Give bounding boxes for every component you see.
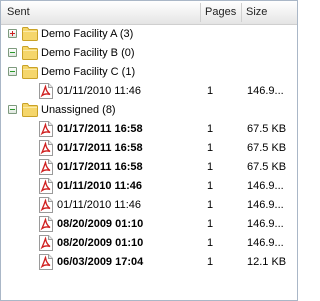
pdf-document-icon bbox=[39, 235, 53, 251]
document-size: 146.9... bbox=[247, 199, 284, 211]
folder-icon bbox=[22, 103, 38, 117]
tree-row-folder[interactable]: Unassigned (8) bbox=[1, 101, 297, 120]
document-date: 08/20/2009 01:10 bbox=[57, 218, 144, 230]
document-size: 67.5 KB bbox=[247, 161, 287, 173]
tree-row-folder[interactable]: Demo Facility A (3) bbox=[1, 25, 297, 44]
document-date: 01/17/2011 16:58 bbox=[57, 142, 143, 154]
pdf-document-icon bbox=[39, 121, 53, 137]
tree-row-document[interactable]: 01/17/2011 16:58 1 67.5 KB bbox=[1, 158, 297, 177]
tree-row-document[interactable]: 01/11/2010 11:46 1 146.9... bbox=[1, 177, 297, 196]
sent-tree-panel: Sent Pages Size Demo Facility A (3) Demo … bbox=[0, 0, 298, 301]
document-date: 01/17/2011 16:58 bbox=[57, 161, 143, 173]
expand-plus-icon[interactable] bbox=[8, 29, 17, 38]
tree-row-folder[interactable]: Demo Facility C (1) bbox=[1, 63, 297, 82]
pdf-document-icon bbox=[39, 254, 53, 270]
collapse-minus-icon[interactable] bbox=[8, 67, 17, 76]
pdf-document-icon bbox=[39, 216, 53, 232]
document-size: 67.5 KB bbox=[247, 142, 287, 154]
document-date: 08/20/2009 01:10 bbox=[57, 237, 144, 249]
document-pages: 1 bbox=[207, 218, 214, 230]
column-header-pages[interactable]: Pages bbox=[201, 1, 241, 24]
document-date: 01/11/2010 11:46 bbox=[57, 199, 142, 211]
document-pages: 1 bbox=[207, 85, 214, 97]
document-size: 146.9... bbox=[247, 85, 284, 97]
document-pages: 1 bbox=[207, 199, 214, 211]
document-size: 67.5 KB bbox=[247, 123, 287, 135]
document-date: 01/11/2010 11:46 bbox=[57, 180, 143, 192]
tree-row-document[interactable]: 01/17/2011 16:58 1 67.5 KB bbox=[1, 120, 297, 139]
document-date: 01/17/2011 16:58 bbox=[57, 123, 143, 135]
document-pages: 1 bbox=[207, 180, 214, 192]
folder-icon bbox=[22, 27, 38, 41]
pdf-document-icon bbox=[39, 197, 53, 213]
folder-icon bbox=[22, 65, 38, 79]
folder-label: Unassigned (8) bbox=[41, 104, 116, 116]
folder-label: Demo Facility A (3) bbox=[41, 28, 134, 40]
tree-row-document[interactable]: 06/03/2009 17:04 1 12.1 KB bbox=[1, 253, 297, 272]
collapse-minus-icon[interactable] bbox=[8, 105, 17, 114]
column-header-size[interactable]: Size bbox=[242, 1, 297, 24]
pdf-document-icon bbox=[39, 140, 53, 156]
document-date: 06/03/2009 17:04 bbox=[57, 256, 144, 268]
document-pages: 1 bbox=[207, 142, 214, 154]
folder-icon bbox=[22, 46, 38, 60]
pdf-document-icon bbox=[39, 178, 53, 194]
document-pages: 1 bbox=[207, 161, 214, 173]
tree-row-document[interactable]: 08/20/2009 01:10 1 146.9... bbox=[1, 215, 297, 234]
document-pages: 1 bbox=[207, 256, 214, 268]
document-size: 12.1 KB bbox=[247, 256, 287, 268]
collapse-minus-icon[interactable] bbox=[8, 48, 17, 57]
tree-row-document[interactable]: 01/11/2010 11:46 1 146.9... bbox=[1, 82, 297, 101]
column-header-sent[interactable]: Sent bbox=[3, 1, 199, 24]
document-pages: 1 bbox=[207, 123, 214, 135]
folder-label: Demo Facility C (1) bbox=[41, 66, 136, 78]
column-header: Sent Pages Size bbox=[1, 1, 297, 25]
document-date: 01/11/2010 11:46 bbox=[57, 85, 142, 97]
tree-row-document[interactable]: 08/20/2009 01:10 1 146.9... bbox=[1, 234, 297, 253]
folder-label: Demo Facility B (0) bbox=[41, 47, 135, 59]
tree-row-document[interactable]: 01/17/2011 16:58 1 67.5 KB bbox=[1, 139, 297, 158]
document-size: 146.9... bbox=[247, 180, 284, 192]
document-pages: 1 bbox=[207, 237, 214, 249]
pdf-document-icon bbox=[39, 159, 53, 175]
document-size: 146.9... bbox=[247, 218, 284, 230]
document-size: 146.9... bbox=[247, 237, 284, 249]
tree-row-document[interactable]: 01/11/2010 11:46 1 146.9... bbox=[1, 196, 297, 215]
tree-row-folder[interactable]: Demo Facility B (0) bbox=[1, 44, 297, 63]
pdf-document-icon bbox=[39, 83, 53, 99]
